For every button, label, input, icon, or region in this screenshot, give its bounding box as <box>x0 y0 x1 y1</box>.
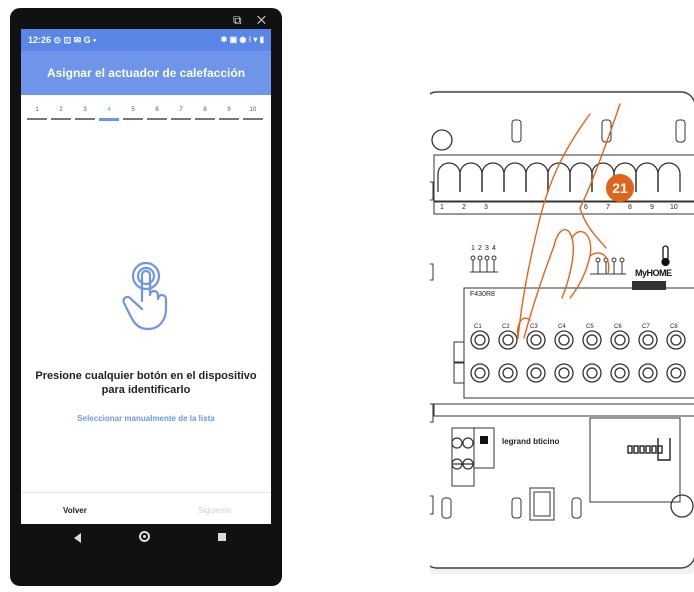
next-button[interactable]: Siguiente <box>198 506 231 515</box>
step-3: 3 <box>75 107 95 120</box>
step-1: 1 <box>27 107 47 120</box>
sensor-terminal-label: 1 <box>471 245 475 252</box>
back-button[interactable]: Volver <box>63 506 87 515</box>
channel-label: C5 <box>586 324 594 330</box>
channel-label: C3 <box>530 324 538 330</box>
step-9: 9 <box>219 107 239 120</box>
footer-divider <box>21 492 271 493</box>
window-controls[interactable]: ⧉ ✕ <box>233 13 272 28</box>
step-6: 6 <box>147 107 167 120</box>
step-2: 2 <box>51 107 71 120</box>
android-nav-bar <box>21 524 271 552</box>
terminal-number: 8 <box>628 204 632 211</box>
phone-screen: 12:26 ⊙ ⊡ ✉ G • ✱ ▣ ◉ ⁝ ▾ ▮ Asignar el a… <box>21 29 271 552</box>
brand-logo: legrand bticino <box>502 437 560 446</box>
phone-frame: ⧉ ✕ 12:26 ⊙ ⊡ ✉ G • ✱ ▣ ◉ ⁝ ▾ ▮ Asignar … <box>10 8 282 586</box>
status-time-and-icons: 12:26 ⊙ ⊡ ✉ G • <box>28 35 97 45</box>
actuator-device-illustration: 1 2 3 6 7 8 9 10 1 2 3 4 F430R8 C1 C2 C3… <box>430 88 694 574</box>
terminal-number: 3 <box>484 204 488 211</box>
manual-select-link[interactable]: Seleccionar manualmente de la lista <box>31 414 261 423</box>
terminal-number: 1 <box>440 204 444 211</box>
terminal-number: 10 <box>670 204 678 211</box>
device-drawing <box>430 90 694 574</box>
page-title: Asignar el actuador de calefacción <box>21 51 271 95</box>
home-circle-icon[interactable] <box>139 531 150 542</box>
instruction-text: Presione cualquier botón en el dispositi… <box>35 370 257 396</box>
channel-label: C6 <box>614 324 622 330</box>
device-model: F430R8 <box>470 291 495 298</box>
back-triangle-icon[interactable] <box>74 533 81 543</box>
status-right-icons: ✱ ▣ ◉ ⁝ ▾ ▮ <box>220 35 264 44</box>
channel-label: C1 <box>474 324 482 330</box>
channel-label: C7 <box>642 324 650 330</box>
sensor-terminal-label: 3 <box>485 245 489 252</box>
terminal-number: 7 <box>606 204 610 211</box>
sensor-terminal-label: 4 <box>492 245 496 252</box>
step-number-badge: 21 <box>606 174 634 202</box>
touch-icon <box>116 261 176 333</box>
terminal-number: 9 <box>650 204 654 211</box>
sensor-terminal-label: 2 <box>478 245 482 252</box>
channel-label: C4 <box>558 324 566 330</box>
channel-label: C8 <box>670 324 678 330</box>
terminal-number: 2 <box>462 204 466 211</box>
channel-label: C2 <box>502 324 510 330</box>
step-4-current: 4 <box>99 107 119 121</box>
status-bar: 12:26 ⊙ ⊡ ✉ G • ✱ ▣ ◉ ⁝ ▾ ▮ <box>21 29 271 51</box>
recent-square-icon[interactable] <box>218 533 226 541</box>
step-5: 5 <box>123 107 143 120</box>
terminal-number: 6 <box>584 204 588 211</box>
myhome-logo: MyHOME <box>635 268 672 278</box>
step-8: 8 <box>195 107 215 120</box>
step-7: 7 <box>171 107 191 120</box>
step-10: 10 <box>243 107 263 120</box>
